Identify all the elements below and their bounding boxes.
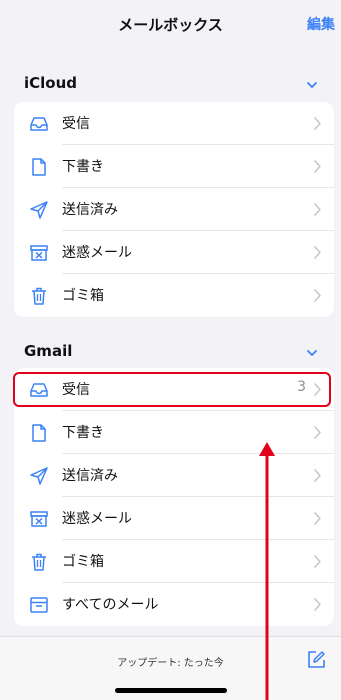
update-status: アップデート: たった今 (117, 658, 224, 669)
sent-icon (30, 201, 48, 219)
mailbox-label: ゴミ箱 (62, 554, 104, 570)
chevron-right-icon (314, 246, 321, 259)
mailbox-row-drafts[interactable]: 下書き (14, 145, 334, 188)
mailbox-label: 受信 (62, 382, 90, 398)
mailbox-label: ゴミ箱 (62, 288, 104, 304)
chevron-right-icon (314, 383, 321, 396)
chevron-right-icon (314, 160, 321, 173)
chevron-down-icon[interactable] (305, 346, 319, 360)
chevron-right-icon (314, 555, 321, 568)
junk-icon (30, 245, 48, 261)
mailbox-row-trash[interactable]: ゴミ箱 (14, 274, 334, 317)
mailbox-label: 迷惑メール (62, 511, 132, 527)
mailbox-list-icloud: 受信 下書き 送信済み 迷惑メール ゴミ箱 (14, 102, 334, 317)
section-header-gmail[interactable]: Gmail (0, 338, 341, 368)
mailbox-label: 迷惑メール (62, 245, 132, 261)
mailboxes-screen: メールボックス 編集 iCloud 受信 下書き 送信済み 迷惑メール ゴミ箱 … (0, 0, 341, 700)
mailbox-label: 送信済み (62, 468, 118, 484)
draft-icon (32, 158, 46, 176)
section-title: iCloud (24, 74, 78, 92)
mailbox-list-gmail: 受信 3 下書き 送信済み 迷惑メール ゴミ箱 すべてのメール (14, 368, 334, 626)
mailbox-row-inbox[interactable]: 受信 (14, 102, 334, 145)
chevron-right-icon (314, 426, 321, 439)
chevron-right-icon (314, 117, 321, 130)
chevron-right-icon (314, 289, 321, 302)
mailbox-row-sent[interactable]: 送信済み (14, 454, 334, 497)
mailbox-row-inbox[interactable]: 受信 3 (14, 368, 334, 411)
chevron-right-icon (314, 469, 321, 482)
mailbox-label: 下書き (62, 159, 104, 175)
trash-icon (32, 287, 46, 305)
inbox-icon (30, 383, 48, 397)
mailbox-label: すべてのメール (62, 597, 159, 613)
trash-icon (32, 553, 46, 571)
mailbox-label: 下書き (62, 425, 104, 441)
junk-icon (30, 511, 48, 527)
chevron-right-icon (314, 512, 321, 525)
annotation-arrow-icon (259, 442, 275, 700)
compose-icon[interactable] (305, 649, 327, 671)
mailbox-row-sent[interactable]: 送信済み (14, 188, 334, 231)
mailbox-row-all-mail[interactable]: すべてのメール (14, 583, 334, 626)
page-title: メールボックス (118, 16, 223, 34)
mailbox-label: 送信済み (62, 202, 118, 218)
mailbox-row-junk[interactable]: 迷惑メール (14, 231, 334, 274)
edit-button[interactable]: 編集 (307, 14, 335, 34)
section-title: Gmail (24, 342, 73, 360)
chevron-down-icon[interactable] (305, 78, 319, 92)
archive-icon (30, 597, 48, 613)
mailbox-row-trash[interactable]: ゴミ箱 (14, 540, 334, 583)
chevron-right-icon (314, 598, 321, 611)
section-header-icloud[interactable]: iCloud (0, 70, 341, 100)
mailbox-label: 受信 (62, 116, 90, 132)
sent-icon (30, 467, 48, 485)
mailbox-row-drafts[interactable]: 下書き (14, 411, 334, 454)
draft-icon (32, 424, 46, 442)
unread-count: 3 (297, 379, 306, 395)
home-indicator[interactable] (115, 688, 227, 693)
inbox-icon (30, 117, 48, 131)
mailbox-row-junk[interactable]: 迷惑メール (14, 497, 334, 540)
navigation-bar: メールボックス 編集 (0, 0, 341, 50)
chevron-right-icon (314, 203, 321, 216)
